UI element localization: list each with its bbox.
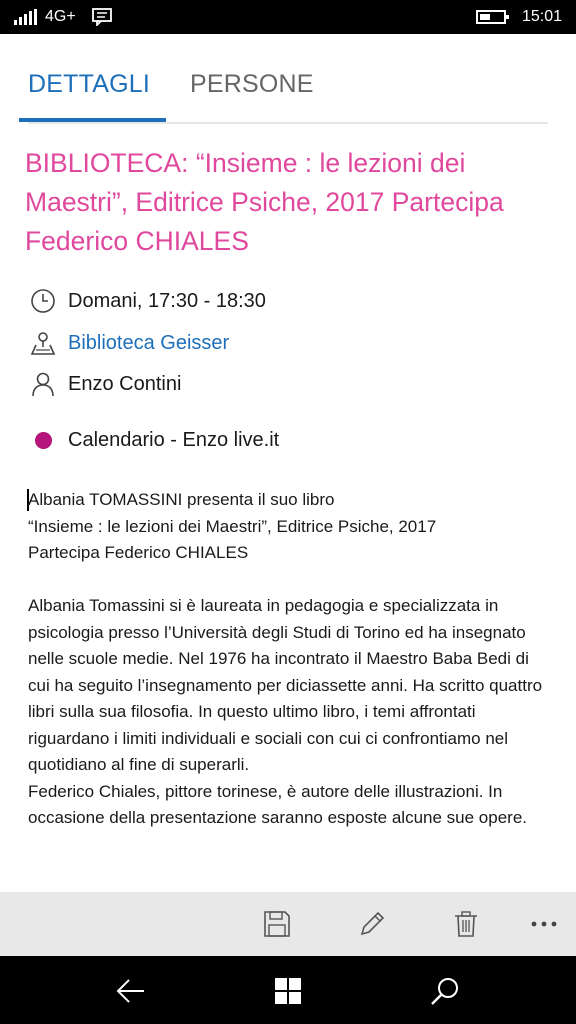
search-icon[interactable] (428, 974, 462, 1008)
event-organizer-row: Enzo Contini (30, 371, 181, 397)
more-icon[interactable] (528, 908, 560, 940)
event-calendar: Calendario - Enzo live.it (68, 429, 280, 451)
event-organizer: Enzo Contini (68, 372, 182, 395)
event-description[interactable]: Albania TOMASSINI presenta il suo libro … (28, 487, 548, 887)
event-title: BIBLIOTECA: “Insieme : le lezioni dei Ma… (25, 148, 504, 256)
back-icon[interactable] (114, 974, 148, 1008)
message-icon (91, 8, 112, 26)
event-calendar-row: Calendario - Enzo live.it (30, 429, 279, 452)
battery-icon (475, 10, 509, 24)
event-time: Domani, 17:30 - 18:30 (68, 289, 266, 312)
windows-icon[interactable] (271, 974, 305, 1008)
status-bar: 4G+ 15:01 (0, 0, 576, 34)
navigation-bar (0, 956, 576, 1024)
location-icon (30, 330, 56, 356)
event-time-row: Domani, 17:30 - 18:30 (30, 288, 266, 314)
delete-icon[interactable] (450, 908, 482, 940)
person-icon (30, 371, 56, 397)
edit-icon[interactable] (356, 908, 388, 940)
tab-bar: DETTAGLI PERSONE (19, 70, 548, 124)
signal-strength-icon (14, 9, 37, 25)
clock-icon (30, 288, 56, 314)
save-icon[interactable] (261, 908, 293, 940)
tab-dettagli[interactable]: DETTAGLI (19, 70, 166, 122)
event-location-row[interactable]: Biblioteca Geisser (30, 330, 229, 356)
tab-persone[interactable]: PERSONE (190, 70, 314, 122)
command-bar (0, 892, 576, 956)
status-time: 15:01 (521, 8, 562, 25)
calendar-color-dot (35, 432, 52, 449)
event-location-link[interactable]: Biblioteca Geisser (68, 332, 229, 355)
network-type: 4G+ (45, 8, 76, 25)
